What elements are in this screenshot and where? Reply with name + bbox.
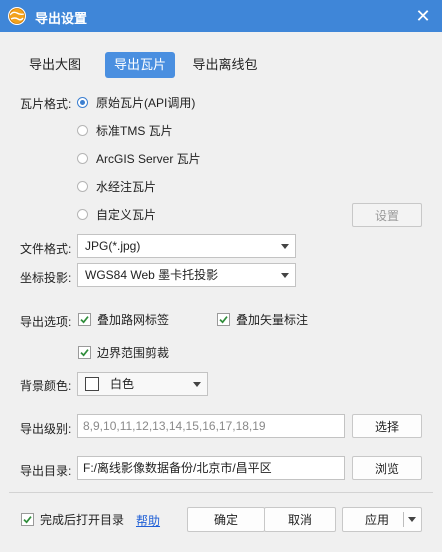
tab-export-offline-package[interactable]: 导出离线包 <box>189 52 261 78</box>
tab-export-image[interactable]: 导出大图 <box>20 52 90 78</box>
export-dir-field[interactable]: F:/离线影像数据备份/北京市/昌平区 <box>77 456 345 480</box>
export-levels-field[interactable]: 8,9,10,11,12,13,14,15,16,17,18,19 <box>77 414 345 438</box>
checkbox-box <box>78 346 91 359</box>
settings-button[interactable]: 设置 <box>352 203 422 227</box>
radio-label: 自定义瓦片 <box>96 208 157 222</box>
tab-label: 导出大图 <box>28 57 81 72</box>
select-levels-button[interactable]: 选择 <box>352 414 422 438</box>
globe-icon <box>8 7 26 25</box>
close-button[interactable]: ✕ <box>412 5 434 27</box>
split-divider <box>403 512 404 527</box>
checkmark-icon <box>80 316 89 324</box>
radio-indicator <box>77 125 88 136</box>
checkmark-icon <box>219 316 228 324</box>
chevron-down-icon <box>193 382 201 387</box>
projection-label: 坐标投影: <box>20 271 72 285</box>
color-swatch <box>85 377 99 391</box>
checkbox-label: 叠加路网标签 <box>97 313 170 327</box>
tab-label: 导出瓦片 <box>113 57 166 72</box>
projection-select[interactable]: WGS84 Web 墨卡托投影 <box>77 263 296 287</box>
export-levels-label: 导出级别: <box>20 422 72 436</box>
export-dir-label: 导出目录: <box>20 464 72 478</box>
projection-value: WGS84 Web 墨卡托投影 <box>85 268 219 282</box>
tab-export-tiles[interactable]: 导出瓦片 <box>105 52 175 78</box>
checkbox-box <box>217 313 230 326</box>
tab-label: 导出离线包 <box>192 57 258 72</box>
browse-button[interactable]: 浏览 <box>352 456 422 480</box>
close-icon: ✕ <box>415 6 431 26</box>
help-link[interactable]: 帮助 <box>136 512 160 529</box>
checkbox-label: 完成后打开目录 <box>40 513 125 527</box>
chevron-down-icon[interactable] <box>408 517 416 522</box>
window-title: 导出设置 <box>35 11 88 26</box>
background-color-select[interactable]: 白色 <box>77 372 208 396</box>
radio-indicator <box>77 153 88 164</box>
export-options-label: 导出选项: <box>20 315 72 329</box>
checkbox-box <box>78 313 91 326</box>
radio-label: ArcGIS Server 瓦片 <box>96 152 201 166</box>
export-settings-dialog: 导出设置 ✕ 导出大图 导出瓦片 导出离线包 瓦片格式: 原始瓦片(API调用)… <box>0 0 442 552</box>
radio-indicator <box>77 97 88 108</box>
title-bar[interactable]: 导出设置 ✕ <box>0 0 442 32</box>
footer-divider <box>9 492 433 493</box>
checkmark-icon <box>80 349 89 357</box>
chevron-down-icon <box>281 273 289 278</box>
radio-label: 水经注瓦片 <box>96 180 157 194</box>
radio-label: 标准TMS 瓦片 <box>96 124 173 138</box>
checkbox-label: 边界范围剪裁 <box>97 346 170 360</box>
radio-indicator <box>77 209 88 220</box>
file-format-select[interactable]: JPG(*.jpg) <box>77 234 296 258</box>
checkmark-icon <box>23 516 32 524</box>
background-color-label: 背景颜色: <box>20 379 72 393</box>
chevron-down-icon <box>281 244 289 249</box>
radio-label: 原始瓦片(API调用) <box>96 96 196 110</box>
background-color-value: 白色 <box>110 377 135 391</box>
file-format-label: 文件格式: <box>20 242 72 256</box>
cancel-button[interactable]: 取消 <box>264 507 336 532</box>
tile-format-label: 瓦片格式: <box>20 97 72 111</box>
radio-indicator <box>77 181 88 192</box>
checkbox-box <box>21 513 34 526</box>
ok-button[interactable]: 确定 <box>187 507 265 532</box>
apply-button[interactable]: 应用 <box>342 507 422 532</box>
apply-label: 应用 <box>365 513 390 527</box>
file-format-value: JPG(*.jpg) <box>85 239 141 253</box>
checkbox-label: 叠加矢量标注 <box>236 313 309 327</box>
